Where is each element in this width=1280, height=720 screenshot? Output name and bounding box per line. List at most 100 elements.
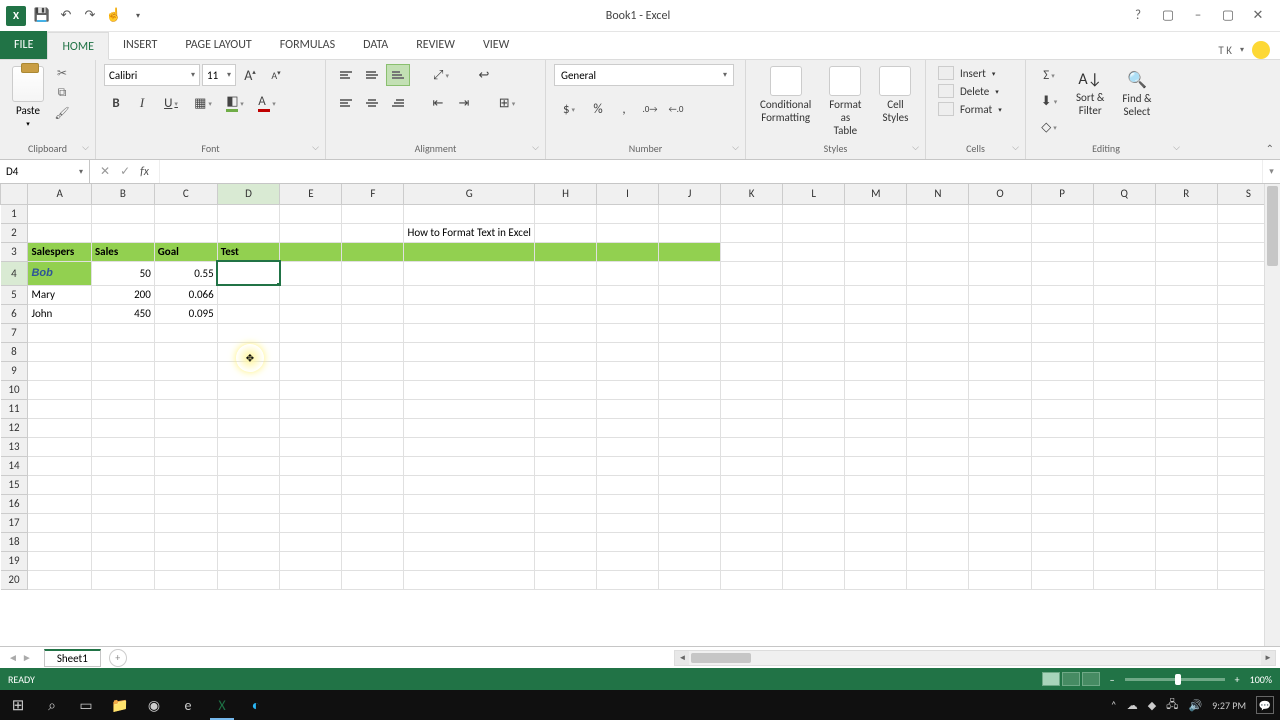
cell-K19[interactable] — [721, 551, 783, 570]
cell-B19[interactable] — [91, 551, 154, 570]
cell-D10[interactable] — [217, 380, 280, 399]
cell-J4[interactable] — [659, 261, 721, 285]
cell-R20[interactable] — [1155, 570, 1217, 589]
cell-Q20[interactable] — [1093, 570, 1155, 589]
cell-Q17[interactable] — [1093, 513, 1155, 532]
cell-C4[interactable]: 0.55 — [154, 261, 217, 285]
cell-P19[interactable] — [1031, 551, 1093, 570]
accounting-button[interactable]: $▾ — [554, 98, 584, 120]
cell-K20[interactable] — [721, 570, 783, 589]
cell-N13[interactable] — [907, 437, 969, 456]
cell-C18[interactable] — [154, 532, 217, 551]
shrink-font-button[interactable]: A▾ — [264, 64, 288, 86]
cell-M7[interactable] — [845, 323, 907, 342]
cell-D5[interactable] — [217, 285, 280, 304]
cell-H5[interactable] — [534, 285, 596, 304]
cell-G4[interactable] — [404, 261, 534, 285]
cell-P12[interactable] — [1031, 418, 1093, 437]
cell-M14[interactable] — [845, 456, 907, 475]
cell-H13[interactable] — [534, 437, 596, 456]
cell-L5[interactable] — [783, 285, 845, 304]
cell-D14[interactable] — [217, 456, 280, 475]
view-page-break-button[interactable] — [1082, 672, 1100, 686]
cell-Q7[interactable] — [1093, 323, 1155, 342]
cell-I3[interactable] — [597, 242, 659, 261]
row-header-9[interactable]: 9 — [1, 361, 28, 380]
col-header-Q[interactable]: Q — [1093, 184, 1155, 204]
delete-cells-button[interactable]: Delete▾ — [938, 84, 1013, 98]
row-header-1[interactable]: 1 — [1, 204, 28, 223]
cell-J13[interactable] — [659, 437, 721, 456]
italic-button[interactable]: I — [130, 92, 154, 114]
cell-J14[interactable] — [659, 456, 721, 475]
cell-M16[interactable] — [845, 494, 907, 513]
row-header-20[interactable]: 20 — [1, 570, 28, 589]
cell-R18[interactable] — [1155, 532, 1217, 551]
cell-G3[interactable] — [404, 242, 534, 261]
sheet-tab-1[interactable]: Sheet1 — [44, 649, 101, 667]
cell-L2[interactable] — [783, 223, 845, 242]
cell-O2[interactable] — [969, 223, 1031, 242]
cell-J20[interactable] — [659, 570, 721, 589]
cell-H15[interactable] — [534, 475, 596, 494]
cell-M5[interactable] — [845, 285, 907, 304]
cell-B2[interactable] — [91, 223, 154, 242]
cell-A9[interactable] — [28, 361, 92, 380]
cell-C16[interactable] — [154, 494, 217, 513]
cell-O1[interactable] — [969, 204, 1031, 223]
font-size-select[interactable]: 11▾ — [202, 64, 236, 86]
tab-insert[interactable]: INSERT — [109, 31, 171, 59]
cell-A11[interactable] — [28, 399, 92, 418]
cell-M6[interactable] — [845, 304, 907, 323]
cell-G12[interactable] — [404, 418, 534, 437]
cell-L8[interactable] — [783, 342, 845, 361]
cell-F11[interactable] — [342, 399, 404, 418]
cell-N11[interactable] — [907, 399, 969, 418]
cell-Q12[interactable] — [1093, 418, 1155, 437]
cell-M13[interactable] — [845, 437, 907, 456]
cell-J12[interactable] — [659, 418, 721, 437]
cell-K13[interactable] — [721, 437, 783, 456]
start-button[interactable]: ⊞ — [2, 690, 34, 720]
cell-D7[interactable] — [217, 323, 280, 342]
cell-Q15[interactable] — [1093, 475, 1155, 494]
cell-J18[interactable] — [659, 532, 721, 551]
ribbon-display-icon[interactable]: ▢ — [1160, 8, 1176, 23]
cell-O9[interactable] — [969, 361, 1031, 380]
cell-L11[interactable] — [783, 399, 845, 418]
orientation-button[interactable]: ⤢▾ — [426, 64, 456, 86]
cell-G15[interactable] — [404, 475, 534, 494]
cell-H20[interactable] — [534, 570, 596, 589]
cell-F14[interactable] — [342, 456, 404, 475]
cell-N19[interactable] — [907, 551, 969, 570]
fill-button[interactable]: ⬇▾ — [1034, 90, 1064, 112]
format-painter-icon[interactable]: 🖌 — [54, 106, 70, 120]
cell-K11[interactable] — [721, 399, 783, 418]
qat-touch-icon[interactable]: ☝ — [106, 8, 122, 24]
cell-O18[interactable] — [969, 532, 1031, 551]
cell-H6[interactable] — [534, 304, 596, 323]
cell-H2[interactable] — [534, 223, 596, 242]
cell-N8[interactable] — [907, 342, 969, 361]
enter-formula-icon[interactable]: ✓ — [120, 164, 130, 179]
fill-color-button[interactable]: ◧▾ — [220, 92, 250, 114]
cell-J9[interactable] — [659, 361, 721, 380]
cell-P3[interactable] — [1031, 242, 1093, 261]
cell-E17[interactable] — [280, 513, 342, 532]
cell-P2[interactable] — [1031, 223, 1093, 242]
cell-C10[interactable] — [154, 380, 217, 399]
cell-I19[interactable] — [597, 551, 659, 570]
collapse-ribbon-icon[interactable]: ⌃ — [1266, 142, 1274, 155]
cell-P5[interactable] — [1031, 285, 1093, 304]
cell-K7[interactable] — [721, 323, 783, 342]
cell-M18[interactable] — [845, 532, 907, 551]
tab-view[interactable]: VIEW — [469, 31, 523, 59]
cell-E13[interactable] — [280, 437, 342, 456]
decrease-decimal-button[interactable]: ←.0 — [664, 98, 688, 120]
cell-H18[interactable] — [534, 532, 596, 551]
row-header-14[interactable]: 14 — [1, 456, 28, 475]
cell-H9[interactable] — [534, 361, 596, 380]
tray-onedrive-icon[interactable]: ☁ — [1127, 699, 1138, 712]
align-center-button[interactable] — [360, 92, 384, 114]
cell-O7[interactable] — [969, 323, 1031, 342]
